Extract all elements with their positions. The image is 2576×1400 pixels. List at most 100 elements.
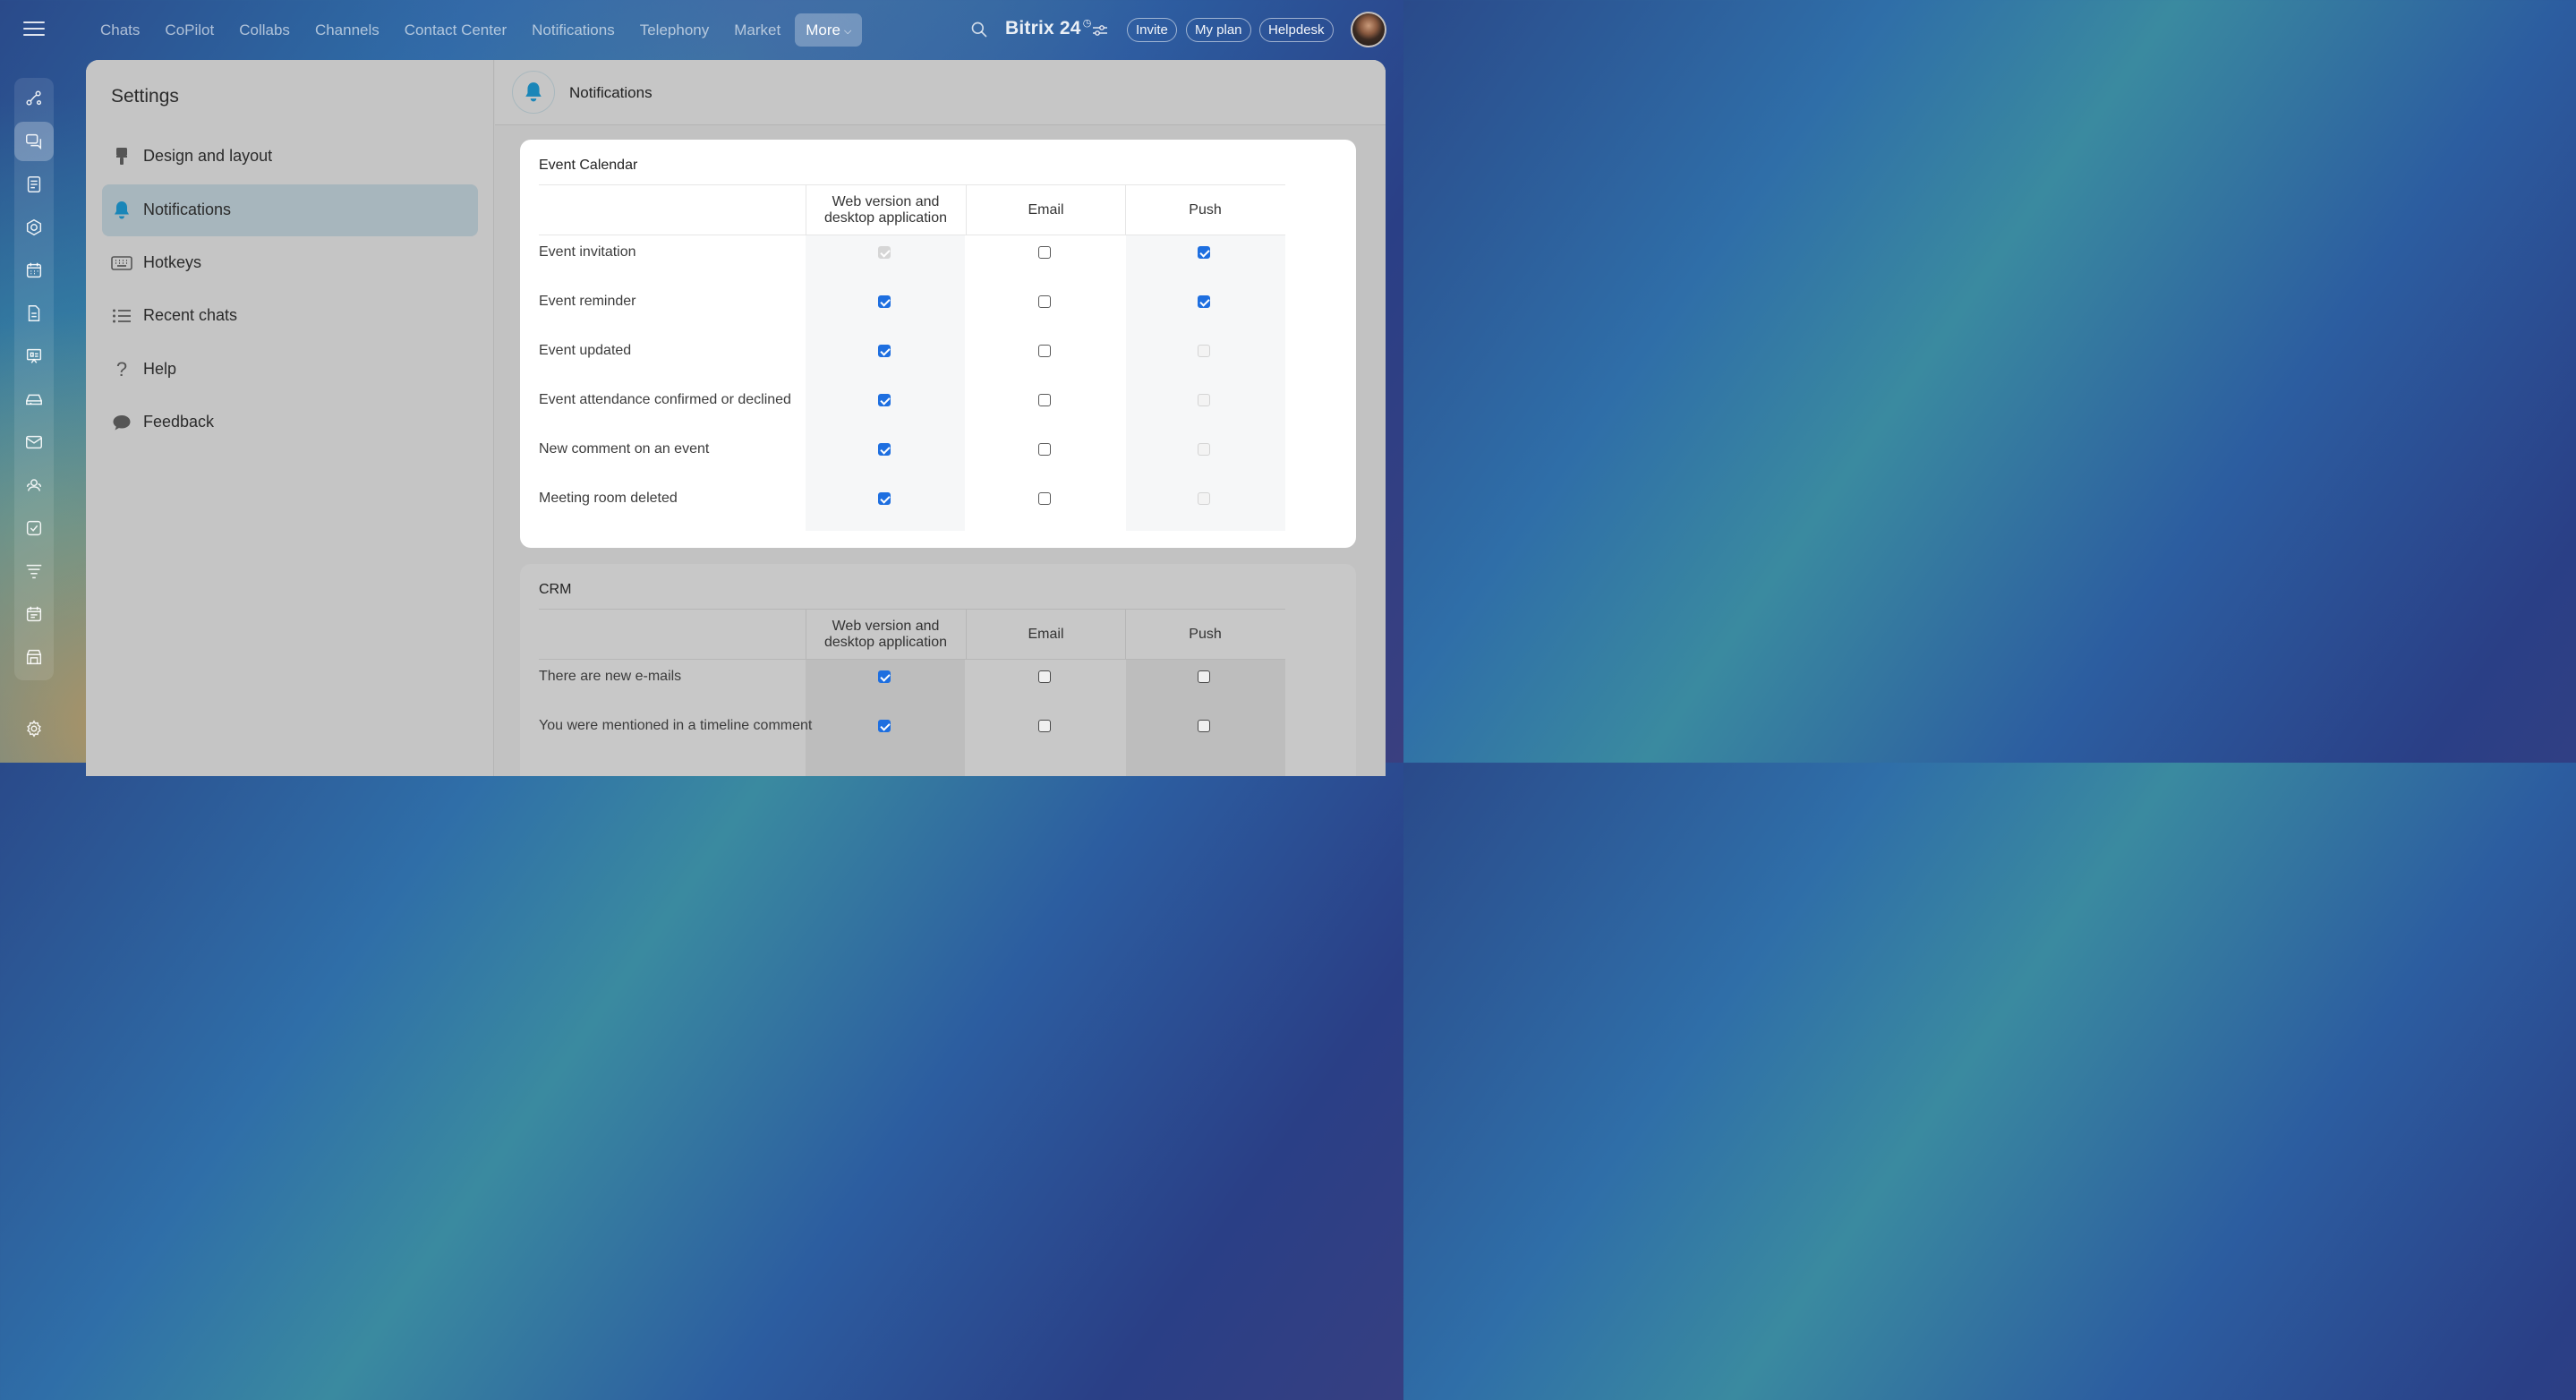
email-checkbox[interactable] <box>1038 720 1051 732</box>
more-label: More <box>806 21 840 38</box>
tasks-icon[interactable] <box>14 508 54 548</box>
sliders-icon[interactable] <box>1092 23 1108 38</box>
left-rail <box>0 0 68 763</box>
nav-collabs[interactable]: Collabs <box>226 13 303 47</box>
presentation-icon[interactable] <box>14 337 54 376</box>
menu-item-recent-chats[interactable]: Recent chats <box>102 290 478 342</box>
email-checkbox[interactable] <box>1038 394 1051 406</box>
web-checkbox[interactable] <box>878 394 891 406</box>
question-icon: ? <box>115 358 128 380</box>
schedule-icon[interactable] <box>14 594 54 634</box>
search-icon[interactable] <box>970 21 988 38</box>
push-column-bg <box>1126 235 1285 531</box>
section-title: CRM <box>539 582 572 597</box>
hamburger-menu-icon[interactable] <box>23 21 45 38</box>
funnel-icon[interactable] <box>14 551 54 591</box>
crm-icon[interactable] <box>14 208 54 247</box>
nav-notifications[interactable]: Notifications <box>519 13 627 47</box>
menu-item-label: Feedback <box>143 413 215 431</box>
push-checkbox[interactable] <box>1198 720 1210 732</box>
menu-item-label: Design and layout <box>143 147 273 165</box>
brand-name: Bitrix 24 <box>1005 18 1081 38</box>
row-label: You were mentioned in a timeline comment <box>539 718 813 733</box>
settings-panel: Settings Design and layout Notifications… <box>86 60 1386 776</box>
push-checkbox <box>1198 443 1210 456</box>
menu-item-label: Notifications <box>143 201 232 218</box>
mail-icon[interactable] <box>14 423 54 462</box>
nav-more-button[interactable]: More ⌵ <box>795 13 863 47</box>
email-checkbox[interactable] <box>1038 492 1051 505</box>
my-plan-button[interactable]: My plan <box>1186 18 1251 42</box>
nav-channels[interactable]: Channels <box>303 13 392 47</box>
email-checkbox[interactable] <box>1038 443 1051 456</box>
web-checkbox[interactable] <box>878 443 891 456</box>
email-checkbox[interactable] <box>1038 670 1051 683</box>
push-checkbox[interactable] <box>1198 670 1210 683</box>
push-checkbox <box>1198 394 1210 406</box>
menu-item-design-and-layout[interactable]: Design and layout <box>102 131 478 183</box>
invite-button[interactable]: Invite <box>1127 18 1177 42</box>
nav-telephony[interactable]: Telephony <box>627 13 722 47</box>
chat-bubbles-icon[interactable] <box>14 122 54 161</box>
notification-table: Web version and desktop application Emai… <box>539 609 1285 776</box>
web-checkbox[interactable] <box>878 720 891 732</box>
users-icon[interactable] <box>14 465 54 505</box>
chevron-down-icon: ⌵ <box>843 26 852 37</box>
column-header-web: Web version and desktop application <box>806 610 965 660</box>
content-header: Notifications <box>495 60 1386 125</box>
row-label: There are new e-mails <box>539 669 682 684</box>
web-checkbox[interactable] <box>878 492 891 505</box>
calendar-icon[interactable] <box>14 251 54 290</box>
menu-item-notifications[interactable]: Notifications <box>102 184 478 236</box>
web-checkbox <box>878 246 891 259</box>
table-header: Web version and desktop application Emai… <box>539 184 1285 235</box>
settings-title: Settings <box>111 86 179 107</box>
page-title: Notifications <box>569 84 653 101</box>
email-checkbox[interactable] <box>1038 246 1051 259</box>
row-label: Meeting room deleted <box>539 491 678 506</box>
column-header-email: Email <box>966 610 1125 660</box>
speech-bubble-icon <box>111 412 132 433</box>
column-header-web: Web version and desktop application <box>806 185 965 235</box>
web-checkbox[interactable] <box>878 345 891 357</box>
brand-logo[interactable]: Bitrix 24 ◷ <box>1005 18 1092 39</box>
web-checkbox[interactable] <box>878 670 891 683</box>
column-header-email: Email <box>966 185 1125 235</box>
paint-brush-icon <box>111 146 132 167</box>
email-checkbox[interactable] <box>1038 345 1051 357</box>
push-checkbox[interactable] <box>1198 295 1210 308</box>
settings-sidebar: Settings Design and layout Notifications… <box>86 60 494 776</box>
web-checkbox[interactable] <box>878 295 891 308</box>
web-column-bg <box>806 235 965 531</box>
nav-copilot[interactable]: CoPilot <box>152 13 226 47</box>
top-nav: Chats CoPilot Collabs Channels Contact C… <box>88 13 863 47</box>
menu-item-feedback[interactable]: Feedback <box>102 397 478 448</box>
settings-gear-icon[interactable] <box>14 709 54 748</box>
row-label: Event attendance confirmed or declined <box>539 392 791 407</box>
drive-icon[interactable] <box>14 380 54 419</box>
menu-item-label: Help <box>143 360 177 378</box>
activity-stream-icon[interactable] <box>14 79 54 118</box>
menu-item-hotkeys[interactable]: Hotkeys <box>102 237 478 289</box>
push-checkbox <box>1198 345 1210 357</box>
helpdesk-button[interactable]: Helpdesk <box>1259 18 1334 42</box>
push-checkbox[interactable] <box>1198 246 1210 259</box>
row-label: Event reminder <box>539 294 636 309</box>
email-checkbox[interactable] <box>1038 295 1051 308</box>
feed-icon[interactable] <box>14 165 54 204</box>
bell-icon <box>512 71 555 114</box>
section-title: Event Calendar <box>539 158 638 173</box>
nav-market[interactable]: Market <box>721 13 793 47</box>
document-icon[interactable] <box>14 294 54 333</box>
avatar[interactable] <box>1351 12 1386 47</box>
menu-item-help[interactable]: ? Help <box>102 344 478 396</box>
clock-icon: ◷ <box>1082 18 1092 29</box>
nav-contact-center[interactable]: Contact Center <box>392 13 519 47</box>
bell-icon <box>111 200 132 221</box>
row-label: New comment on an event <box>539 441 710 457</box>
table-header: Web version and desktop application Emai… <box>539 609 1285 660</box>
nav-chats[interactable]: Chats <box>88 13 152 47</box>
store-icon[interactable] <box>14 637 54 677</box>
column-header-push: Push <box>1125 610 1284 660</box>
list-icon <box>111 305 132 327</box>
